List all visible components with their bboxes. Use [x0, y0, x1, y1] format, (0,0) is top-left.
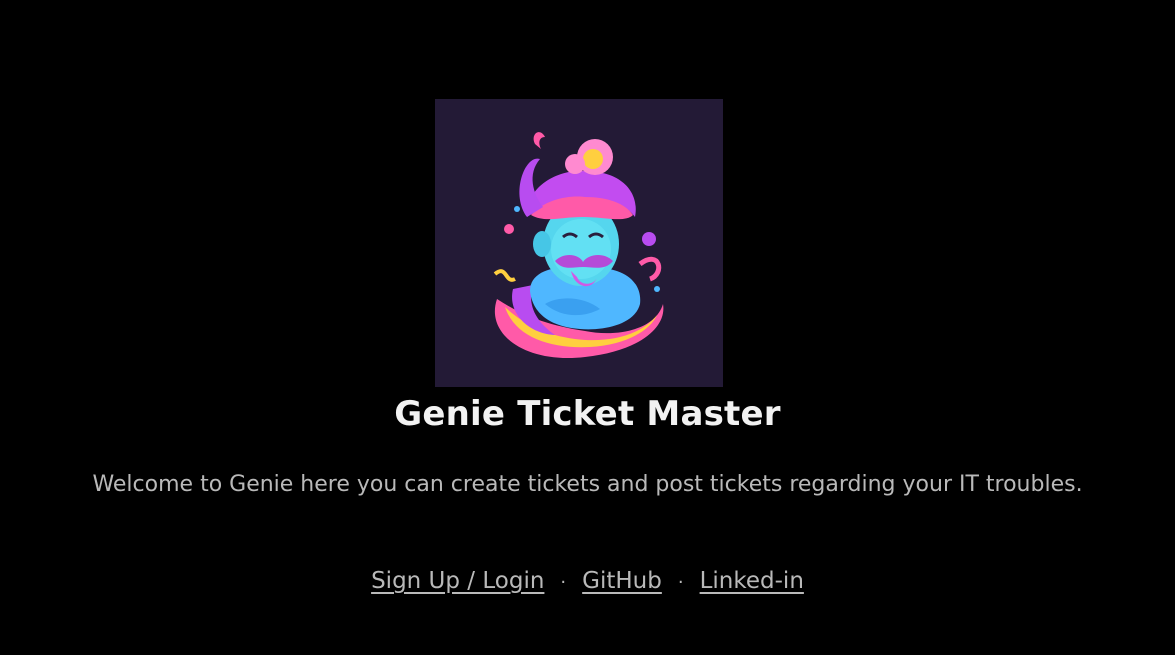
genie-logo-image: [435, 99, 723, 387]
signup-login-link[interactable]: Sign Up / Login: [371, 568, 544, 594]
page-title: Genie Ticket Master: [394, 394, 781, 434]
linkedin-link[interactable]: Linked-in: [700, 568, 804, 594]
github-link[interactable]: GitHub: [582, 568, 662, 594]
link-separator: ·: [560, 572, 567, 593]
footer-links: Sign Up / Login · GitHub · Linked-in: [0, 565, 1175, 599]
welcome-text: Welcome to Genie here you can create tic…: [92, 472, 1083, 497]
landing-page: Genie Ticket Master Welcome to Genie her…: [0, 0, 1175, 655]
genie-logo: [435, 99, 723, 387]
link-separator: ·: [677, 572, 684, 593]
